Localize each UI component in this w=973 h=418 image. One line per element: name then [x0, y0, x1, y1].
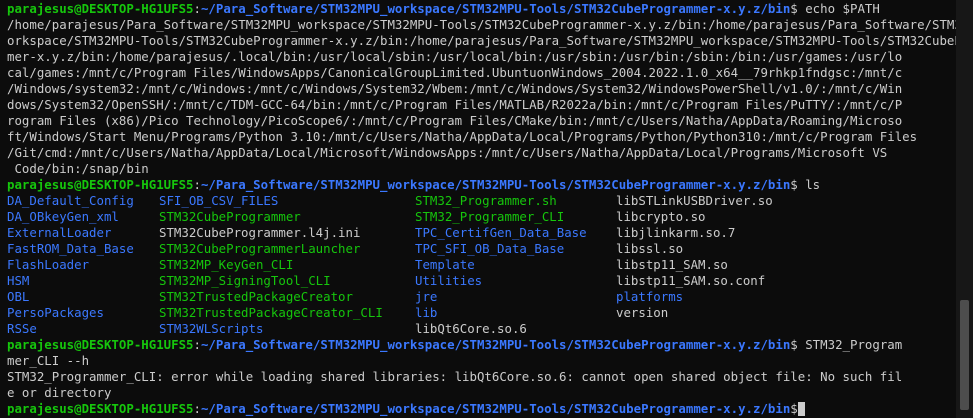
ls-entry-directory: jre [415, 289, 438, 304]
ls-row: DA_OBkeyGen_xml STM32CubeProgrammer STM32_… [7, 209, 973, 225]
ls-entry-file: libQt6Core.so.6 [415, 321, 527, 336]
ls-entry-directory: FastROM_Data_Base [7, 241, 134, 256]
ls-entry-file: version [616, 305, 669, 320]
prompt-user-host: parajesus@DESKTOP-HG1UFS5 [7, 177, 194, 192]
ls-entry-executable: STM32MP_KeyGen_CLI [159, 257, 294, 272]
prompt-separator: : [193, 1, 201, 16]
output-line: orkspace/STM32MPU-Tools/STM32CubeProgram… [7, 33, 973, 48]
ls-entry-file: STM32CubeProgrammer.l4j.ini [159, 225, 361, 240]
prompt-user-host: parajesus@DESKTOP-HG1UFS5 [7, 1, 194, 16]
prompt-user-host: parajesus@DESKTOP-HG1UFS5 [7, 337, 194, 352]
ls-entry-executable: STM32_Programmer_CLI [415, 209, 565, 224]
ls-entry-directory: FlashLoader [7, 257, 90, 272]
prompt-cwd: ~/Para_Software/STM32MPU_workspace/STM32… [200, 1, 791, 16]
ls-entry-file: libSTLinkUSBDriver.so [616, 193, 773, 208]
ls-entry-directory: platforms [616, 289, 684, 304]
text-cursor [797, 402, 805, 416]
ls-entry-file: libjlinkarm.so.7 [616, 225, 736, 240]
output-line: dows/System32/OpenSSH/:/mnt/c/TDM-GCC-64… [7, 97, 903, 112]
ls-row: RSSe STM32WLScripts libQt6Core.so.6 [7, 321, 973, 337]
ls-entry-file: libstp11_SAM.so.conf [616, 273, 766, 288]
prompt-symbol: $ [790, 401, 798, 416]
output-line: /Git/cmd:/mnt/c/Users/Natha/AppData/Loca… [7, 145, 888, 160]
ls-entry-file: libcrypto.so [616, 209, 706, 224]
scrollbar-thumb[interactable] [960, 300, 969, 410]
prompt-separator: : [193, 177, 201, 192]
vertical-scrollbar[interactable] [956, 0, 973, 418]
ls-row: PersoPackages STM32TrustedPackageCreator_… [7, 305, 973, 321]
ls-entry-executable: STM32TrustedPackageCreator [159, 289, 353, 304]
ls-row: OBL STM32TrustedPackageCreator jre platform… [7, 289, 973, 305]
prompt-symbol: $ [790, 1, 798, 16]
ls-row: FastROM_Data_Base STM32CubeProgrammerLaun… [7, 241, 973, 257]
prompt-user-host: parajesus@DESKTOP-HG1UFS5 [7, 401, 194, 416]
ls-entry-executable: STM32MP_SigningTool_CLI [159, 273, 331, 288]
prompt-line-active[interactable]: parajesus@DESKTOP-HG1UFS5:~/Para_Softwar… [7, 401, 973, 417]
ls-entry-directory: OBL [7, 289, 30, 304]
prompt-line: parajesus@DESKTOP-HG1UFS5:~/Para_Softwar… [7, 177, 973, 193]
command-echo: echo $PATH [797, 1, 880, 16]
error-line: STM32_Programmer_CLI: error while loadin… [7, 369, 903, 384]
ls-entry-directory: Utilities [415, 273, 483, 288]
command-run-continued: mer_CLI --h [7, 353, 90, 368]
output-line: ft/Windows/Start Menu/Programs/Python 3.… [7, 129, 918, 144]
prompt-separator: : [193, 401, 201, 416]
ls-entry-executable: STM32TrustedPackageCreator_CLI [159, 305, 383, 320]
ls-entry-executable: STM32_Programmer.sh [415, 193, 557, 208]
prompt-cwd: ~/Para_Software/STM32MPU_workspace/STM32… [200, 337, 791, 352]
terminal-window[interactable]: parajesus@DESKTOP-HG1UFS5:~/Para_Softwar… [0, 0, 973, 418]
ls-entry-directory: HSM [7, 273, 30, 288]
ls-entry-directory: Template [415, 257, 475, 272]
prompt-symbol: $ [790, 177, 798, 192]
ls-row: ExternalLoader STM32CubeProgrammer.l4j.in… [7, 225, 973, 241]
error-line: e or directory [7, 385, 112, 400]
output-line: /home/parajesus/Para_Software/STM32MPU_w… [7, 17, 973, 32]
ls-entry-directory: DA_OBkeyGen_xml [7, 209, 119, 224]
ls-entry-directory: TPC_CertifGen_Data_Base [415, 225, 587, 240]
ls-entry-directory: RSSe [7, 321, 37, 336]
output-line: /Windows/system32:/mnt/c/Windows:/mnt/c/… [7, 81, 903, 96]
ls-entry-directory: lib [415, 305, 438, 320]
ls-entry-file [616, 321, 956, 337]
ls-entry-directory: TPC_SFI_OB_Data_Base [415, 241, 565, 256]
ls-listing: DA_Default_Config SFI_OB_CSV_FILES STM32_P… [7, 193, 973, 337]
ls-entry-directory: STM32WLScripts [159, 321, 264, 336]
prompt-cwd: ~/Para_Software/STM32MPU_workspace/STM32… [200, 401, 791, 416]
prompt-symbol: $ [790, 337, 798, 352]
ls-entry-directory: SFI_OB_CSV_FILES [159, 193, 279, 208]
ls-entry-directory: ExternalLoader [7, 225, 112, 240]
ls-row: DA_Default_Config SFI_OB_CSV_FILES STM32_P… [7, 193, 973, 209]
output-line: rogram Files (x86)/Pico Technology/PicoS… [7, 113, 903, 128]
command-run: STM32_Program [797, 337, 903, 352]
ls-entry-file: libssl.so [616, 241, 684, 256]
ls-row: HSM STM32MP_SigningTool_CLI Utilities libst… [7, 273, 973, 289]
ls-entry-executable: STM32CubeProgrammerLauncher [159, 241, 361, 256]
ls-entry-file: libstp11_SAM.so [616, 257, 728, 272]
output-line: Code/bin:/snap/bin [7, 161, 149, 176]
ls-entry-executable: STM32CubeProgrammer [159, 209, 301, 224]
prompt-line: parajesus@DESKTOP-HG1UFS5:~/Para_Softwar… [7, 337, 973, 353]
prompt-separator: : [193, 337, 201, 352]
ls-entry-directory: PersoPackages [7, 305, 104, 320]
command-ls: ls [797, 177, 821, 192]
output-line: mer-x.y.z/bin:/home/parajesus/.local/bin… [7, 49, 903, 64]
ls-row: FlashLoader STM32MP_KeyGen_CLI Template lib… [7, 257, 973, 273]
prompt-line: parajesus@DESKTOP-HG1UFS5:~/Para_Softwar… [7, 1, 973, 17]
ls-entry-directory: DA_Default_Config [7, 193, 134, 208]
prompt-cwd: ~/Para_Software/STM32MPU_workspace/STM32… [200, 177, 791, 192]
output-line: cal/games:/mnt/c/Program Files/WindowsAp… [7, 65, 903, 80]
